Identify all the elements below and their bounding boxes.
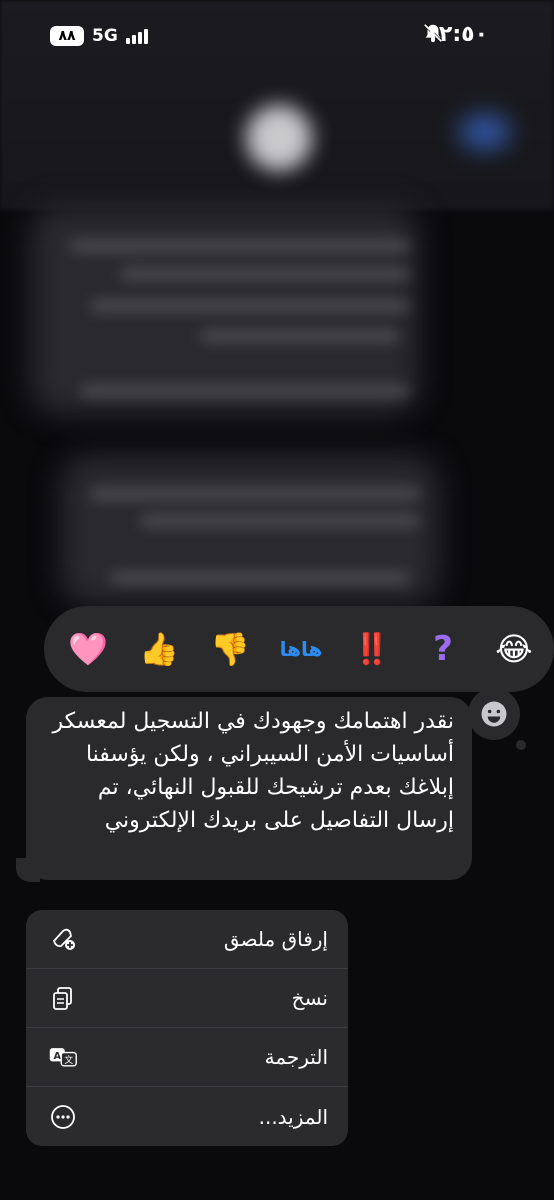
heart-reaction[interactable]: 🩷 bbox=[66, 627, 110, 671]
message-text: نقدر اهتمامك وجهودك في التسجيل لمعسكر أس… bbox=[52, 709, 454, 833]
laugh-reaction[interactable]: 😂 bbox=[492, 627, 536, 671]
context-menu: إرفاق ملصق نسخ A文 الترجمة المزيد... bbox=[26, 910, 348, 1146]
thumbs-down-reaction[interactable]: 👎 bbox=[208, 627, 252, 671]
menu-item-translate[interactable]: A文 الترجمة bbox=[26, 1028, 348, 1087]
battery-indicator: ٨٨ bbox=[50, 26, 84, 46]
copy-icon bbox=[48, 983, 78, 1013]
translate-icon: A文 bbox=[48, 1042, 78, 1072]
haha-reaction[interactable]: هاها bbox=[279, 627, 323, 671]
svg-text:文: 文 bbox=[64, 1054, 73, 1066]
menu-item-attach-sticker[interactable]: إرفاق ملصق bbox=[26, 910, 348, 969]
menu-label: الترجمة bbox=[264, 1045, 328, 1069]
blurred-button bbox=[460, 115, 510, 149]
menu-item-copy[interactable]: نسخ bbox=[26, 969, 348, 1028]
reaction-bar: 🩷 👍 👎 هاها ‼️ ? 😂 bbox=[44, 606, 554, 692]
menu-label: إرفاق ملصق bbox=[223, 927, 328, 951]
menu-item-more[interactable]: المزيد... bbox=[26, 1087, 348, 1146]
exclamation-reaction[interactable]: ‼️ bbox=[350, 627, 394, 671]
more-icon bbox=[48, 1102, 78, 1132]
status-left: ٨٨ 5G bbox=[50, 26, 148, 46]
menu-label: المزيد... bbox=[258, 1104, 328, 1129]
question-reaction[interactable]: ? bbox=[421, 627, 465, 671]
svg-text:A: A bbox=[54, 1051, 62, 1062]
sticker-add-icon bbox=[48, 924, 78, 954]
message-bubble[interactable]: نقدر اهتمامك وجهودك في التسجيل لمعسكر أس… bbox=[26, 697, 472, 880]
network-type: 5G bbox=[92, 26, 118, 46]
signal-bars-icon bbox=[125, 28, 148, 44]
emoji-picker-icon[interactable] bbox=[468, 688, 520, 740]
menu-label: نسخ bbox=[291, 986, 328, 1010]
blurred-avatar bbox=[246, 105, 312, 171]
thumbs-up-reaction[interactable]: 👍 bbox=[137, 627, 181, 671]
status-bar: ٨٨ 5G ١٢:٥٠ bbox=[0, 0, 554, 74]
clock: ١٢:٥٠ bbox=[425, 22, 488, 47]
